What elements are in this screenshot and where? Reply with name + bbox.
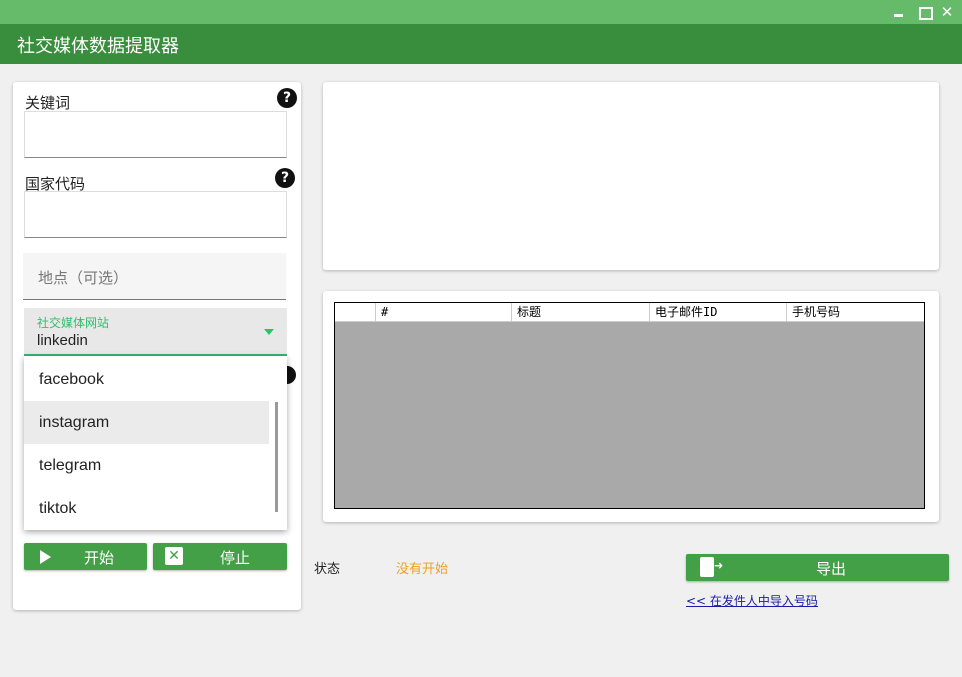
social-site-select[interactable]: 社交媒体网站 linkedin (24, 308, 287, 356)
app-header: 社交媒体数据提取器 (0, 24, 962, 64)
play-icon (40, 550, 51, 564)
export-button[interactable]: ➜ 导出 (686, 554, 949, 581)
results-panel: # 标题 电子邮件ID 手机号码 (323, 291, 939, 522)
maximize-button[interactable] (913, 2, 935, 22)
start-button-label: 开始 (84, 549, 115, 567)
export-icon (700, 557, 714, 577)
close-button[interactable]: ✕ (936, 2, 958, 22)
status-label: 状态 (314, 562, 341, 577)
column-header-phone[interactable]: 手机号码 (787, 303, 924, 321)
column-header-title[interactable]: 标题 (512, 303, 650, 321)
location-input[interactable]: 地点（可选） (23, 253, 286, 300)
start-button[interactable]: 开始 (24, 543, 147, 570)
app-title: 社交媒体数据提取器 (17, 36, 179, 57)
dropdown-caret-icon (264, 329, 274, 335)
export-button-label: 导出 (816, 560, 847, 578)
status-value: 没有开始 (396, 562, 449, 577)
log-panel (323, 82, 939, 270)
dropdown-scrollbar[interactable] (275, 402, 278, 512)
column-header-email[interactable]: 电子邮件ID (650, 303, 787, 321)
stop-button[interactable]: ✕ 停止 (153, 543, 287, 570)
country-code-input[interactable] (24, 191, 287, 238)
social-site-label: 社交媒体网站 (37, 316, 110, 330)
social-site-value: linkedin (37, 332, 88, 349)
import-numbers-link[interactable]: << 在发件人中导入号码 (686, 592, 818, 609)
help-icon[interactable]: ? (277, 88, 297, 108)
dropdown-option-tiktok[interactable]: tiktok (24, 487, 269, 530)
dropdown-option-telegram[interactable]: telegram (24, 444, 269, 487)
table-header: # 标题 电子邮件ID 手机号码 (335, 303, 924, 322)
results-table[interactable]: # 标题 电子邮件ID 手机号码 (334, 302, 925, 509)
dropdown-option-instagram[interactable]: instagram (24, 401, 269, 444)
minimize-button[interactable] (888, 2, 910, 22)
column-header-index[interactable]: # (376, 303, 512, 321)
keyword-input[interactable] (24, 111, 287, 158)
stop-button-label: 停止 (220, 549, 251, 567)
social-site-dropdown: facebook instagram telegram tiktok (24, 356, 287, 530)
keyword-label: 关键词 (25, 94, 71, 112)
location-placeholder: 地点（可选） (38, 269, 129, 287)
dropdown-option-facebook[interactable]: facebook (24, 358, 269, 401)
help-icon[interactable]: ? (275, 168, 295, 188)
close-box-icon: ✕ (165, 547, 183, 565)
export-arrow-icon: ➜ (714, 559, 724, 572)
column-header-select[interactable] (335, 303, 376, 321)
title-bar: ✕ (0, 0, 962, 24)
